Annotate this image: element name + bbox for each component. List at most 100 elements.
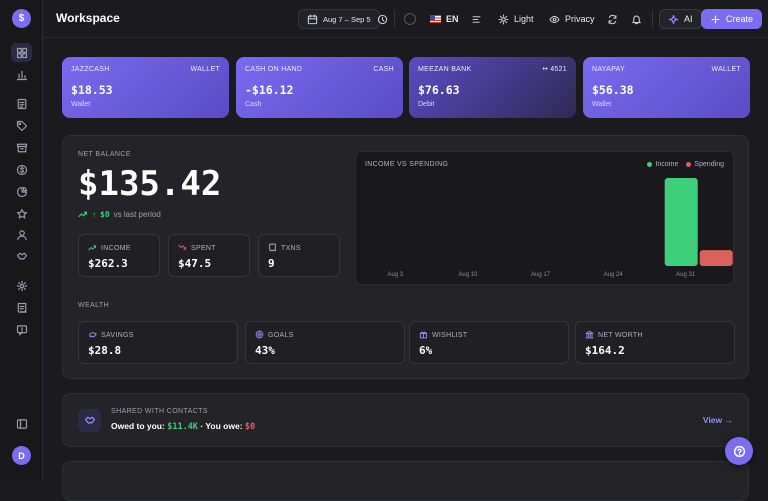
- plus-icon: [711, 15, 720, 23]
- date-range-text: Aug 7 – Sep 5: [323, 14, 371, 24]
- star-icon[interactable]: [11, 204, 32, 223]
- theme-label: Light: [514, 14, 534, 24]
- create-button[interactable]: Create: [701, 9, 763, 29]
- piggy-bank-icon: [88, 330, 97, 341]
- account-name: CASH ON HAND: [245, 66, 303, 73]
- separator: ·: [200, 421, 204, 431]
- account-type: Cash: [245, 101, 262, 108]
- bar-spending-4: [699, 250, 733, 266]
- pie-chart-icon[interactable]: [11, 182, 32, 201]
- handshake-icon[interactable]: [11, 247, 32, 266]
- wealth-label: WEALTH: [78, 302, 110, 309]
- language-label: EN: [446, 14, 459, 24]
- wealth-goals[interactable]: GOALS 43%: [245, 321, 405, 364]
- target-icon: [255, 330, 264, 341]
- handshake-icon: [78, 409, 101, 432]
- net-balance-value: $135.42: [78, 164, 222, 204]
- x-tick-label: Aug 24: [604, 272, 624, 278]
- x-tick-label: Aug 3: [387, 272, 403, 278]
- privacy-toggle[interactable]: Privacy: [549, 9, 595, 29]
- bar-income-4: [664, 178, 698, 266]
- stat-label: INCOME: [101, 245, 131, 252]
- owe-label: You owe:: [205, 421, 243, 431]
- stat-label: TXNS: [281, 245, 301, 252]
- wealth-savings[interactable]: SAVINGS $28.8: [78, 321, 238, 364]
- shared-contacts-panel[interactable]: SHARED WITH CONTACTS Owed to you: $11.4K…: [62, 393, 749, 447]
- overview-panel: NET BALANCE $135.42 ↑ $0 vs last period …: [62, 135, 749, 379]
- income-spending-chart: INCOME VS SPENDING Income Spending Aug 3…: [355, 151, 734, 285]
- wealth-label: WISHLIST: [432, 332, 468, 339]
- collapse-sidebar-icon[interactable]: [11, 414, 32, 433]
- account-kind: CASH: [373, 66, 394, 73]
- arrow-up-icon: ↑: [92, 209, 96, 219]
- clock-button[interactable]: [377, 9, 388, 29]
- settings-icon[interactable]: [11, 276, 32, 295]
- wealth-label: NET WORTH: [598, 332, 643, 339]
- us-flag-icon: [430, 15, 441, 23]
- theme-toggle[interactable]: Light: [498, 9, 534, 29]
- refresh-icon: [608, 14, 617, 24]
- wealth-value: 43%: [255, 344, 275, 357]
- account-kind: WALLET: [190, 66, 220, 73]
- app-logo[interactable]: $: [12, 9, 31, 28]
- date-range-picker[interactable]: Aug 7 – Sep 5: [298, 9, 380, 29]
- language-selector[interactable]: EN: [430, 9, 459, 29]
- archive-icon[interactable]: [11, 138, 32, 157]
- tag-icon[interactable]: [11, 116, 32, 135]
- account-card[interactable]: JAZZCASH WALLET $18.53 Wallet: [62, 57, 229, 118]
- stat-value: $262.3: [88, 257, 128, 270]
- bar-chart-icon[interactable]: [11, 65, 32, 84]
- account-name: JAZZCASH: [71, 66, 110, 73]
- help-icon: [733, 445, 745, 457]
- align-left-icon: [472, 15, 481, 23]
- align-button[interactable]: [471, 9, 482, 29]
- eye-icon: [549, 15, 560, 23]
- logo-glyph: $: [18, 13, 25, 24]
- stat-spent: SPENT $47.5: [168, 234, 250, 277]
- account-balance: $56.38: [592, 83, 634, 97]
- chart-plot: Aug 3 Aug 10 Aug 17 Aug 24 Aug 31: [387, 178, 733, 278]
- account-kind: WALLET: [711, 66, 741, 73]
- user-icon[interactable]: [11, 225, 32, 244]
- owed-value: $11.4K: [167, 422, 198, 432]
- delta-suffix: vs last period: [113, 209, 161, 219]
- message-icon[interactable]: [11, 320, 32, 339]
- status-toggle[interactable]: [404, 13, 416, 25]
- avatar[interactable]: D: [12, 446, 31, 465]
- privacy-label: Privacy: [565, 14, 595, 24]
- account-balance: -$16.12: [245, 83, 294, 97]
- account-card[interactable]: CASH ON HAND CASH -$16.12 Cash: [236, 57, 403, 118]
- divider: [652, 10, 653, 28]
- ai-label: AI: [684, 14, 693, 24]
- account-card[interactable]: MEEZAN BANK •• 4521 $76.63 Debit: [409, 57, 576, 118]
- x-tick-label: Aug 17: [531, 272, 551, 278]
- ai-button[interactable]: AI: [659, 9, 702, 29]
- gift-icon: [419, 330, 428, 341]
- document-icon[interactable]: [11, 94, 32, 113]
- clock-icon: [377, 14, 388, 24]
- stat-value: 9: [268, 257, 275, 270]
- wealth-label: SAVINGS: [101, 332, 134, 339]
- receipt-icon[interactable]: [11, 298, 32, 317]
- wealth-value: $164.2: [585, 344, 625, 357]
- wealth-wishlist[interactable]: WISHLIST 6%: [409, 321, 569, 364]
- refresh-button[interactable]: [607, 9, 618, 29]
- owed-label: Owed to you:: [111, 421, 165, 431]
- dashboard-icon[interactable]: [11, 43, 32, 62]
- view-link[interactable]: View →: [703, 415, 733, 425]
- help-button[interactable]: [725, 437, 753, 465]
- trend-down-icon: [178, 243, 187, 254]
- wealth-net-worth[interactable]: NET WORTH $164.2: [575, 321, 735, 364]
- notifications-button[interactable]: [631, 9, 642, 29]
- stat-income: INCOME $262.3: [78, 234, 160, 277]
- bank-icon: [585, 330, 594, 341]
- dollar-icon[interactable]: [11, 160, 32, 179]
- net-balance-delta: ↑ $0 vs last period: [78, 209, 161, 219]
- account-type: Debit: [418, 101, 435, 108]
- next-panel: [62, 461, 749, 501]
- shared-title: SHARED WITH CONTACTS: [111, 408, 208, 415]
- account-card[interactable]: NAYAPAY WALLET $56.38 Wallet: [583, 57, 750, 118]
- stat-label: SPENT: [191, 245, 216, 252]
- wealth-value: $28.8: [88, 344, 122, 357]
- receipt-icon: [268, 243, 277, 254]
